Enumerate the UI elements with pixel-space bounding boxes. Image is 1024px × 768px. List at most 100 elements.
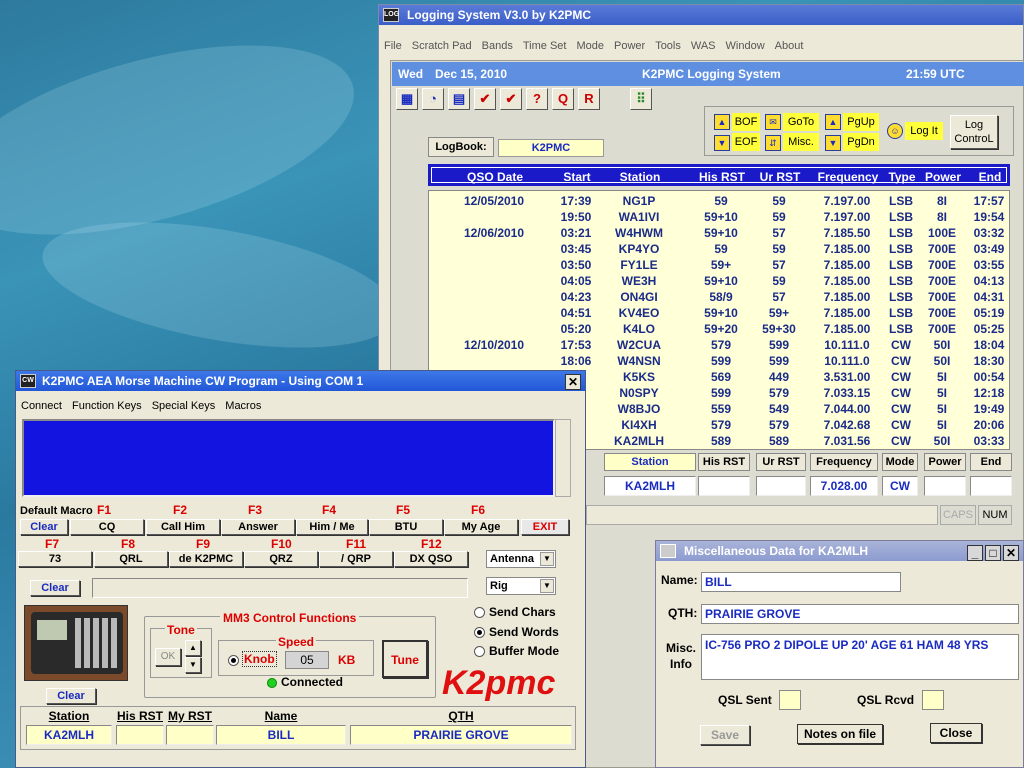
speed-value[interactable]: 05: [285, 651, 329, 669]
macro-button-f4[interactable]: Him / Me: [296, 519, 368, 535]
macro-button-f10[interactable]: QRZ: [244, 551, 318, 567]
menu-about[interactable]: About: [775, 40, 804, 52]
macro-button-f8[interactable]: QRL: [94, 551, 168, 567]
column-header-station[interactable]: Station: [605, 166, 675, 188]
eof-button[interactable]: EOF: [732, 133, 760, 151]
grid-his-field[interactable]: [116, 725, 164, 745]
pgdn-button[interactable]: PgDn: [843, 133, 879, 151]
table-row[interactable]: 04:51 KV4EO 59+10 59+ 7.185.00 LSB 700E 05:19: [429, 305, 1009, 321]
macro-button-f3[interactable]: Answer: [221, 519, 295, 535]
menu-power[interactable]: Power: [614, 40, 645, 52]
close-button[interactable]: Close: [930, 723, 982, 743]
menu-window[interactable]: Window: [726, 40, 765, 52]
cw-close-icon[interactable]: ✕: [565, 374, 581, 390]
table-row[interactable]: 04:05 WE3H 59+10 59 7.185.00 LSB 700E 04:13: [429, 273, 1009, 289]
macro-button-f1[interactable]: CQ: [70, 519, 144, 535]
log-control-button[interactable]: Log ControL: [950, 115, 998, 149]
menu-scratch-pad[interactable]: Scratch Pad: [412, 40, 472, 52]
send-chars-radio[interactable]: [474, 607, 485, 618]
macro-button-f9[interactable]: de K2PMC: [169, 551, 243, 567]
save-button[interactable]: Save: [700, 725, 750, 745]
tune-button[interactable]: Tune: [382, 640, 428, 678]
table-row[interactable]: 03:50 FY1LE 59+ 57 7.185.00 LSB 700E 03:55: [429, 257, 1009, 273]
traffic-light-icon[interactable]: ⠿: [630, 88, 652, 110]
entry-his-field[interactable]: [698, 476, 750, 496]
cw-menu-macros[interactable]: Macros: [225, 400, 261, 412]
tone-up-icon[interactable]: ▲: [185, 640, 201, 656]
qth-field[interactable]: PRAIRIE GROVE: [701, 604, 1019, 624]
grid-name-field[interactable]: BILL: [216, 725, 346, 745]
clear-macro-button[interactable]: Clear: [20, 519, 68, 535]
query-icon[interactable]: Q: [552, 88, 574, 110]
entry-mode-field[interactable]: CW: [882, 476, 918, 496]
table-row[interactable]: 19:50 WA1IVI 59+10 59 7.197.00 LSB 8I 19:54: [429, 209, 1009, 225]
macro-button-f2[interactable]: Call Him: [146, 519, 220, 535]
table-row[interactable]: 12/06/2010 03:21 W4HWM 59+10 57 7.185.50 LSB 10…: [429, 225, 1009, 241]
column-header-ur-rst[interactable]: Ur RST: [752, 166, 808, 188]
table-row[interactable]: 12/10/2010 17:53 W2CUA 579 599 10.111.0 CW 50I 1…: [429, 337, 1009, 353]
chevron-down-icon[interactable]: ▼: [540, 579, 554, 593]
table-row[interactable]: 04:23 ON4GI 58/9 57 7.185.00 LSB 700E 04:31: [429, 289, 1009, 305]
name-field[interactable]: BILL: [701, 572, 901, 592]
tone-down-icon[interactable]: ▼: [185, 657, 201, 673]
qsl-sent-field[interactable]: [779, 690, 801, 710]
record-icon[interactable]: R: [578, 88, 600, 110]
bof-button[interactable]: BOF: [732, 113, 760, 131]
send-chars-label[interactable]: Send Chars: [489, 605, 556, 619]
menu-mode[interactable]: Mode: [576, 40, 604, 52]
table-row[interactable]: 03:45 KP4YO 59 59 7.185.00 LSB 700E 03:49: [429, 241, 1009, 257]
eof-down-icon[interactable]: ▼: [714, 135, 730, 151]
table-row[interactable]: 12/05/2010 17:39 NG1P 59 59 7.197.00 LSB 8I 17:5…: [429, 193, 1009, 209]
knob-label[interactable]: Knob: [242, 651, 277, 667]
macro-button-f7[interactable]: 73: [18, 551, 92, 567]
clock-icon[interactable]: ◔: [422, 88, 444, 110]
grid-station-field[interactable]: KA2MLH: [26, 725, 112, 745]
dx-checkmark-icon[interactable]: ✔: [474, 88, 496, 110]
cw-text-scrollbar[interactable]: [555, 419, 571, 497]
column-header-his-rst[interactable]: His RST: [692, 166, 752, 188]
entry-end-field[interactable]: [970, 476, 1012, 496]
minimize-icon[interactable]: _: [967, 545, 983, 561]
goto-button[interactable]: GoTo: [783, 113, 819, 131]
misc-button[interactable]: Misc.: [783, 133, 819, 151]
grid-qth-field[interactable]: PRAIRIE GROVE: [350, 725, 572, 745]
pgup-icon[interactable]: ▲: [825, 114, 841, 130]
menu-tools[interactable]: Tools: [655, 40, 681, 52]
table-row[interactable]: 05:20 K4LO 59+20 59+30 7.185.00 LSB 700E 05:25: [429, 321, 1009, 337]
cw-titlebar[interactable]: CW K2PMC AEA Morse Machine CW Program - …: [16, 371, 585, 391]
entry-station-field[interactable]: KA2MLH: [604, 476, 696, 496]
log-it-button[interactable]: Log It: [905, 122, 943, 140]
misc-icon[interactable]: ⇵: [765, 135, 781, 151]
tone-ok-button[interactable]: OK: [155, 648, 181, 666]
macro-button-f11[interactable]: / QRP: [319, 551, 393, 567]
smiley-icon[interactable]: ☺: [887, 123, 903, 139]
send-words-label[interactable]: Send Words: [489, 625, 559, 639]
macro-button-f12[interactable]: DX QSO: [394, 551, 468, 567]
buffer-mode-label[interactable]: Buffer Mode: [489, 644, 559, 658]
column-header-end[interactable]: End: [970, 166, 1010, 188]
column-header-frequency[interactable]: Frequency: [810, 166, 886, 188]
clear-image-button[interactable]: Clear: [46, 688, 96, 704]
misc-close-icon[interactable]: ✕: [1003, 545, 1019, 561]
bof-up-icon[interactable]: ▲: [714, 114, 730, 130]
antenna-select[interactable]: Antenna ▼: [486, 550, 556, 568]
goto-icon[interactable]: ✉: [765, 114, 781, 130]
chevron-down-icon[interactable]: ▼: [540, 552, 554, 566]
entry-power-field[interactable]: [924, 476, 966, 496]
table-row[interactable]: 18:06 W4NSN 599 599 10.111.0 CW 50I 18:30: [429, 353, 1009, 369]
clear-input-button[interactable]: Clear: [30, 580, 80, 596]
qsl-rcvd-field[interactable]: [922, 690, 944, 710]
entry-ur-field[interactable]: [756, 476, 806, 496]
exit-button[interactable]: EXIT: [521, 519, 569, 535]
chart-icon[interactable]: ▦: [396, 88, 418, 110]
column-header-start[interactable]: Start: [552, 166, 602, 188]
pgup-button[interactable]: PgUp: [843, 113, 879, 131]
menu-time-set[interactable]: Time Set: [523, 40, 567, 52]
entry-freq-field[interactable]: 7.028.00: [810, 476, 878, 496]
logging-titlebar[interactable]: LOG Logging System V3.0 by K2PMC: [379, 5, 1023, 25]
database-icon[interactable]: ▤: [448, 88, 470, 110]
notes-on-file-button[interactable]: Notes on file: [797, 724, 883, 744]
cw-menu-special-keys[interactable]: Special Keys: [152, 400, 216, 412]
cw-menu-function-keys[interactable]: Function Keys: [72, 400, 142, 412]
cw-text-area[interactable]: [22, 419, 555, 497]
